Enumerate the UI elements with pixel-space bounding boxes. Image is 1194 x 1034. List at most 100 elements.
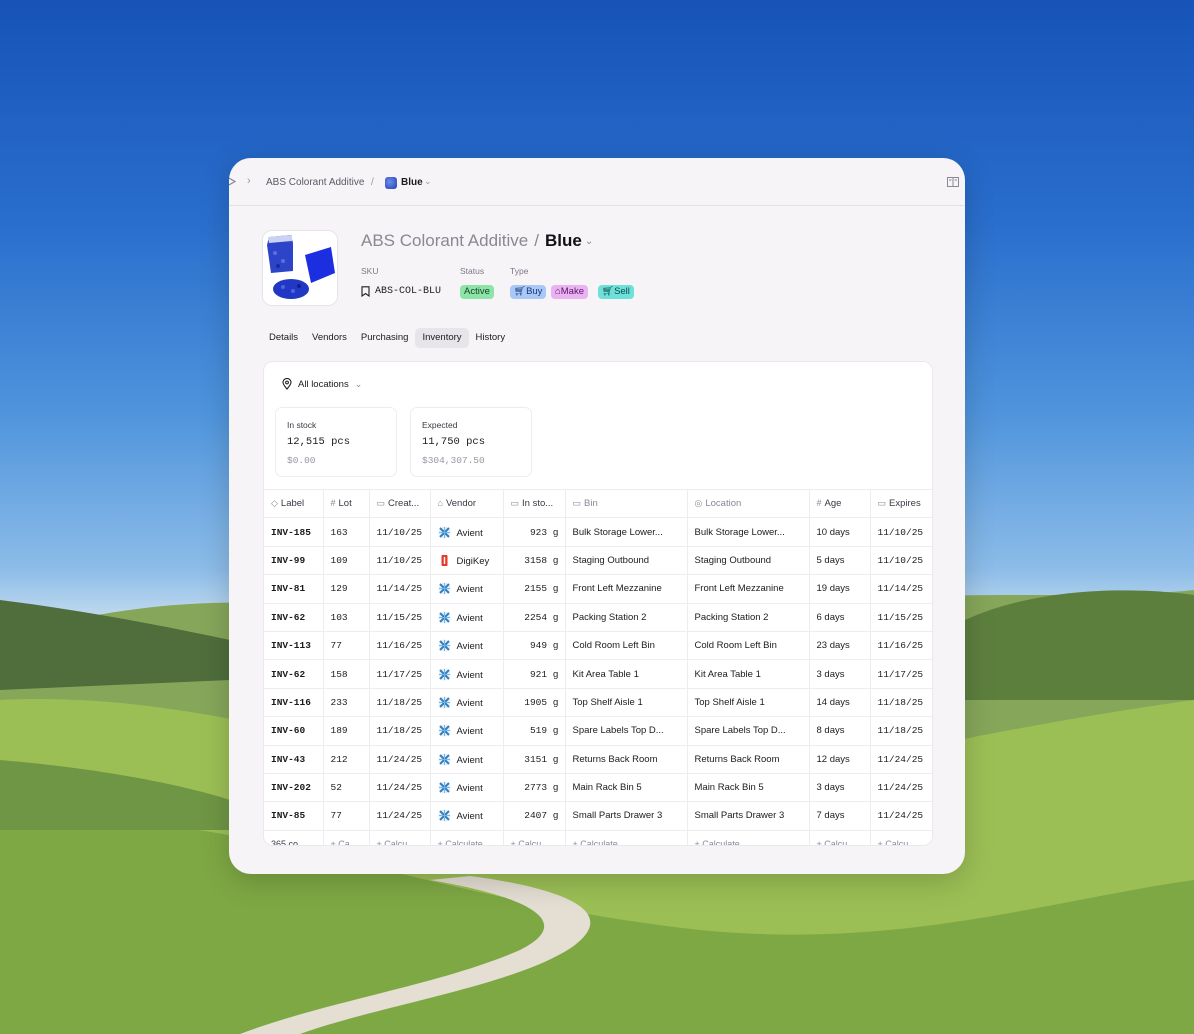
table-row[interactable]: INV-185 163 11/10/25 Avient 923 g Bulk Storag… — [264, 517, 932, 547]
tab-vendors[interactable]: Vendors — [305, 328, 354, 348]
tab-purchasing[interactable]: Purchasing — [354, 328, 416, 348]
calculate-button[interactable]: + Calcu... — [503, 830, 566, 845]
calendar-icon: ▭ — [877, 498, 887, 509]
cell-bin: Staging Outbound — [565, 546, 688, 576]
type-badge-sell[interactable]: 🛒︎Sell — [598, 285, 634, 299]
cell-location: Returns Back Room — [687, 745, 810, 774]
cell-vendor: Avient — [430, 801, 504, 831]
avient-logo-icon — [438, 753, 451, 766]
tab-history[interactable]: History — [469, 328, 513, 348]
cell-bin: Returns Back Room — [565, 745, 688, 774]
cell-age: 3 days — [809, 659, 871, 689]
status-badge[interactable]: Active — [460, 285, 494, 299]
table-row[interactable]: INV-81 129 11/14/25 Avient 2155 g Front Left … — [264, 574, 932, 604]
cell-age: 14 days — [809, 688, 871, 718]
cell-label: INV-43 — [264, 745, 324, 774]
location-filter[interactable]: All locations ⌄ — [282, 378, 362, 390]
cell-in-stock: 923 g — [503, 517, 566, 547]
cell-bin: Small Parts Drawer 3 — [565, 801, 688, 831]
cell-lot: 52 — [323, 773, 370, 803]
cell-label: INV-202 — [264, 773, 324, 803]
in-stock-amount: $0.00 — [287, 455, 316, 466]
breadcrumb-current[interactable]: Blue — [401, 177, 423, 188]
calculate-button[interactable]: + Calcu... — [870, 830, 932, 845]
column-header-text: Creat... — [388, 498, 420, 510]
expected-value: 11,750 pcs — [422, 436, 486, 448]
tab-inventory[interactable]: Inventory — [415, 328, 469, 348]
column-header-text: Expires — [889, 498, 921, 510]
chevron-down-icon: ⌄ — [354, 378, 363, 389]
table-row[interactable]: INV-202 52 11/24/25 Avient 2773 g Main Rack B… — [264, 773, 932, 803]
calculate-button[interactable]: + Calcu... — [369, 830, 431, 845]
table-row[interactable]: INV-62 103 11/15/25 Avient 2254 g Packing Sta… — [264, 603, 932, 632]
column-header-text: Label — [280, 498, 305, 510]
calculate-button[interactable]: + Calculate — [687, 830, 810, 845]
chevron-right-icon: › — [247, 175, 251, 187]
column-header-in-stock[interactable]: ▭ In sto... — [503, 488, 566, 519]
calculate-button[interactable]: + Ca... — [323, 830, 370, 845]
cell-expires: 11/14/25 — [870, 574, 932, 604]
page-title: ABS Colorant Additive / Blue ⌄ — [361, 231, 593, 251]
table-row[interactable]: INV-116 233 11/18/25 Avient 1905 g Top Shelf … — [264, 688, 932, 718]
cell-location: Kit Area Table 1 — [687, 659, 810, 689]
cell-vendor: Avient — [430, 517, 504, 547]
expected-card: Expected 11,750 pcs $304,307.50 — [410, 407, 532, 477]
column-header-label[interactable]: ◇ Label — [264, 488, 324, 519]
table-row[interactable]: INV-99 109 11/10/25 DigiKey 3158 g Staging Ou… — [264, 546, 932, 576]
table-row[interactable]: INV-60 189 11/18/25 Avient 519 g Spare Labels… — [264, 716, 932, 746]
top-bar: › ABS Colorant Additive / Blue ⌄ — [229, 158, 965, 206]
column-header-age[interactable]: # Age — [809, 488, 871, 519]
calculate-button[interactable]: + Calculate — [565, 830, 688, 845]
avient-logo-icon — [438, 724, 451, 737]
cell-bin: Top Shelf Aisle 1 — [565, 688, 688, 718]
cell-in-stock: 519 g — [503, 716, 566, 746]
cell-lot: 189 — [323, 716, 370, 746]
tab-details[interactable]: Details — [262, 328, 305, 348]
cell-bin: Spare Labels Top D... — [565, 716, 688, 746]
column-header-bin[interactable]: ▭ Bin — [565, 488, 688, 519]
title-chevron-down-icon[interactable]: ⌄ — [585, 236, 593, 247]
table-row[interactable]: INV-62 158 11/17/25 Avient 921 g Kit Area Tab… — [264, 659, 932, 689]
cell-vendor: Avient — [430, 688, 504, 718]
column-header-lot[interactable]: # Lot — [323, 488, 370, 519]
column-header-text: Location — [705, 498, 742, 510]
cell-vendor: DigiKey — [430, 546, 504, 576]
column-header-text: In sto... — [522, 498, 554, 510]
cell-created: 11/10/25 — [369, 517, 431, 547]
vendor-name: Avient — [456, 726, 483, 738]
column-header-vendor[interactable]: ⌂ Vendor — [430, 488, 504, 519]
cart-icon: 🛒︎ — [514, 286, 527, 297]
calculate-button[interactable]: + Calculate — [430, 830, 504, 845]
cell-in-stock: 921 g — [503, 659, 566, 689]
table-row[interactable]: INV-85 77 11/24/25 Avient 2407 g Small Parts … — [264, 801, 932, 831]
in-stock-label: In stock — [287, 420, 317, 430]
cell-expires: 11/24/25 — [870, 745, 932, 774]
column-header-created[interactable]: ▭ Creat... — [369, 488, 431, 519]
vendor-name: Avient — [456, 669, 483, 681]
cell-location: Bulk Storage Lower... — [687, 517, 810, 547]
book-icon[interactable] — [947, 177, 959, 187]
home-icon[interactable] — [229, 176, 237, 187]
type-badge-buy[interactable]: 🛒︎Buy — [510, 285, 547, 299]
cell-in-stock: 949 g — [503, 631, 566, 661]
breadcrumb-parent[interactable]: ABS Colorant Additive — [266, 177, 364, 188]
avient-logo-icon — [438, 526, 451, 539]
column-header-location[interactable]: ◎ Location — [687, 488, 810, 519]
cell-age: 23 days — [809, 631, 871, 661]
expected-label: Expected — [422, 420, 458, 430]
chevron-down-icon[interactable]: ⌄ — [424, 176, 432, 187]
cell-in-stock: 2407 g — [503, 801, 566, 831]
type-badge-make[interactable]: ⌂Make — [551, 285, 588, 299]
page-title-parent[interactable]: ABS Colorant Additive — [361, 231, 528, 250]
column-header-expires[interactable]: ▭ Expires — [870, 488, 932, 519]
avient-logo-icon — [438, 639, 451, 652]
inventory-card: All locations ⌄ In stock 12,515 pcs $0.0… — [263, 361, 933, 846]
calculate-button[interactable]: + Calcu... — [809, 830, 871, 845]
cell-label: INV-116 — [264, 688, 324, 718]
cell-in-stock: 3151 g — [503, 745, 566, 774]
table-row[interactable]: INV-113 77 11/16/25 Avient 949 g Cold Room Le… — [264, 631, 932, 661]
tag-icon: ◇ — [271, 498, 278, 509]
table-row[interactable]: INV-43 212 11/24/25 Avient 3151 g Returns Bac… — [264, 745, 932, 774]
expected-amount: $304,307.50 — [422, 455, 485, 466]
box-icon: ▭ — [510, 498, 520, 509]
